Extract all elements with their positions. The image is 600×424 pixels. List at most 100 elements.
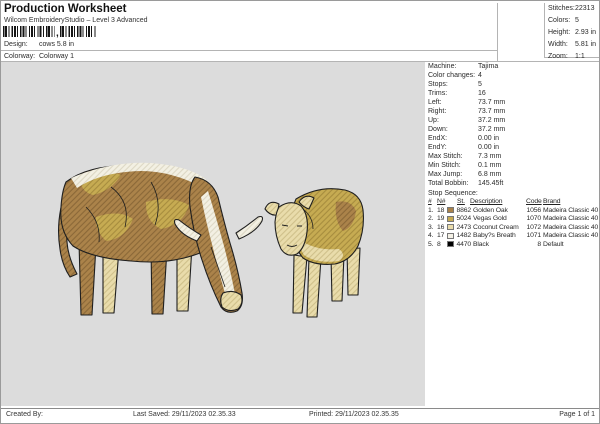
machine-row: Right: 73.7 mm xyxy=(428,108,598,117)
machine-value: 16 xyxy=(478,90,486,97)
page-title: Production Worksheet xyxy=(4,3,127,15)
seq-index: 5. xyxy=(428,240,434,248)
last-saved-text: Last Saved: 29/11/2023 02.35.33 xyxy=(133,411,236,418)
thread-color-swatch xyxy=(447,215,454,222)
stat-row: Colors: 5 xyxy=(545,15,599,27)
column-header-idx: # xyxy=(428,198,432,205)
production-worksheet-page: Production Worksheet Wilcom EmbroiderySt… xyxy=(0,0,600,424)
stop-sequence-title: Stop Sequence: xyxy=(428,190,478,197)
machine-label: EndX: xyxy=(428,135,448,142)
colorway-label: Colorway: xyxy=(4,53,36,60)
design-label: Design: xyxy=(4,41,28,48)
seq-stitches: 2473 xyxy=(456,223,471,231)
machine-label: Left: xyxy=(428,99,442,106)
seq-needle: 16 xyxy=(437,223,445,231)
stat-label: Stitches: xyxy=(548,4,575,12)
column-header-st: St. xyxy=(457,198,465,205)
machine-label: Machine: xyxy=(428,63,457,70)
machine-label: Stops: xyxy=(428,81,448,88)
seq-description: Coconut Cream xyxy=(473,223,519,231)
seq-code: 1072 xyxy=(526,223,541,231)
machine-value: 6.8 mm xyxy=(478,171,502,178)
thread-color-swatch xyxy=(447,207,454,213)
machine-label: Total Bobbin: xyxy=(428,180,469,187)
machine-row: EndX: 0.00 in xyxy=(428,135,598,144)
machine-value: 0.1 mm xyxy=(478,162,502,169)
machine-label: Up: xyxy=(428,117,439,124)
machine-row: Down: 37.2 mm xyxy=(428,126,598,135)
stat-value: 5.81 in xyxy=(575,41,597,49)
machine-label: Min Stitch: xyxy=(428,162,461,169)
stat-row: Width: 5.81 in xyxy=(545,40,599,52)
stat-row: Height: 2.93 in xyxy=(545,27,599,39)
app-subtitle: Wilcom EmbroideryStudio – Level 3 Advanc… xyxy=(4,17,148,24)
seq-needle: 8 xyxy=(437,240,441,248)
thread-color-swatch xyxy=(447,224,454,230)
seq-description: Baby?s Breath xyxy=(473,232,516,239)
stat-label: Height: xyxy=(548,28,571,36)
machine-value: 0.00 in xyxy=(478,144,500,151)
machine-value: 5 xyxy=(478,81,482,88)
seq-index: 2. xyxy=(428,215,434,222)
printed-text: Printed: 29/11/2023 02.35.35 xyxy=(309,411,399,418)
seq-needle: 17 xyxy=(437,232,445,239)
stop-sequence-row: 1. 18 8862 Golden Oak 1056 Madeira Class… xyxy=(428,206,599,216)
machine-value: 37.2 mm xyxy=(478,126,506,133)
machine-info-panel: Machine: Tajima Color changes: 4 Stops: 5 T… xyxy=(428,63,598,189)
stat-value: 2.93 in xyxy=(575,28,597,36)
stat-value: 22313 xyxy=(575,4,595,12)
seq-code: 1071 xyxy=(526,232,541,239)
machine-label: Down: xyxy=(428,126,448,133)
machine-label: EndY: xyxy=(428,144,447,151)
seq-stitches: 8862 xyxy=(456,206,471,214)
created-by-label: Created By: xyxy=(6,411,43,418)
header-divider-1 xyxy=(1,50,498,51)
seq-description: Black xyxy=(473,240,489,248)
machine-label: Color changes: xyxy=(428,72,476,79)
seq-needle: 19 xyxy=(437,215,445,222)
seq-brand: Madeira Classic 40 xyxy=(543,232,599,239)
seq-stitches: 5024 xyxy=(456,215,471,222)
seq-index: 1. xyxy=(428,206,434,214)
design-stats-box: Stitches: 22313 Colors: 5 Height: 2.93 in W… xyxy=(544,3,599,61)
machine-row: Up: 37.2 mm xyxy=(428,117,598,126)
seq-brand: Madeira Classic 40 xyxy=(543,223,599,231)
machine-row: Left: 73.7 mm xyxy=(428,99,598,108)
seq-brand: Default xyxy=(543,240,564,248)
machine-row: Total Bobbin: 145.45ft xyxy=(428,180,598,189)
design-barcode: , xyxy=(3,26,96,39)
machine-row: Trims: 16 xyxy=(428,90,598,99)
machine-row: Max Jump: 6.8 mm xyxy=(428,171,598,180)
machine-value: 37.2 mm xyxy=(478,117,506,124)
barcode-bars-left xyxy=(3,26,55,37)
design-name: cows 5.8 in xyxy=(39,41,75,48)
machine-row: Min Stitch: 0.1 mm xyxy=(428,162,598,171)
page-number: Page 1 of 1 xyxy=(559,411,595,418)
machine-row: EndY: 0.00 in xyxy=(428,144,598,153)
machine-value: 145.45ft xyxy=(478,180,504,187)
machine-value: 4 xyxy=(478,72,482,79)
barcode-bars-right xyxy=(59,26,96,37)
stat-row: Stitches: 22313 xyxy=(545,3,599,15)
machine-value: 73.7 mm xyxy=(478,108,506,115)
stat-label: Width: xyxy=(548,41,568,49)
seq-stitches: 4470 xyxy=(456,240,471,248)
machine-label: Trims: xyxy=(428,90,448,97)
column-header-n: N# xyxy=(437,198,446,205)
machine-row: Color changes: 4 xyxy=(428,72,598,81)
thread-color-swatch xyxy=(447,232,454,239)
seq-needle: 18 xyxy=(437,206,445,214)
seq-code: 1070 xyxy=(526,215,541,222)
seq-brand: Madeira Classic 40 xyxy=(543,215,599,222)
seq-description: Golden Oak xyxy=(473,206,508,214)
column-header-desc: Description xyxy=(470,198,503,205)
colorway-name: Colorway 1 xyxy=(39,53,75,60)
machine-row: Max Stitch: 7.3 mm xyxy=(428,153,598,162)
stat-value: 1:1 xyxy=(575,53,585,61)
cows-embroidery-design xyxy=(58,162,364,318)
seq-description: Vegas Gold xyxy=(473,215,507,222)
header-vertical-divider xyxy=(497,3,498,61)
barcode-separator: , xyxy=(56,28,59,39)
stop-sequence-row: 2. 19 5024 Vegas Gold 1070 Madeira Class… xyxy=(428,215,599,224)
design-preview-area xyxy=(1,62,425,406)
